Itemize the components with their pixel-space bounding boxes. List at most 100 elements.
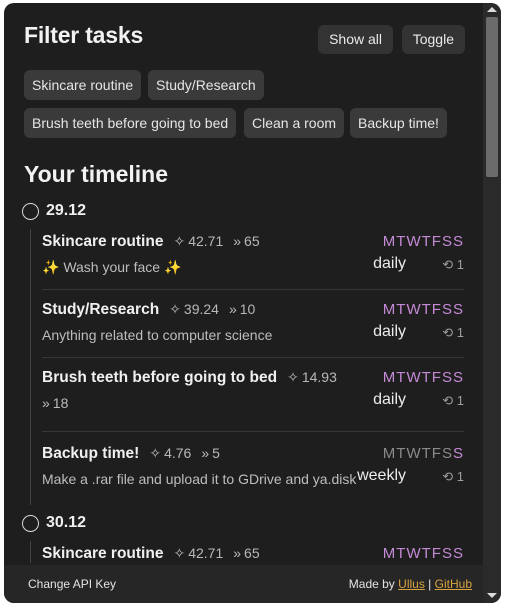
- scrollbar[interactable]: [483, 3, 501, 603]
- task-card[interactable]: Skincare routine ✧ 42.71 » 65 ✨ Wash your fa…: [42, 233, 464, 283]
- task-score: ✧ 14.93: [287, 369, 337, 385]
- task-repeat: ⟲ 1: [442, 393, 464, 408]
- day-wed: W: [406, 445, 422, 462]
- day-wed: W: [406, 233, 422, 250]
- repeat-icon: ⟲: [442, 393, 454, 408]
- filter-chip-skincare[interactable]: Skincare routine: [24, 70, 142, 100]
- task-frequency: daily: [373, 391, 406, 408]
- day-wed: W: [406, 301, 422, 318]
- filter-chip-brush-teeth[interactable]: Brush teeth before going to bed: [24, 108, 237, 138]
- task-repeat: ⟲ 1: [442, 469, 464, 484]
- day-wed: W: [406, 545, 422, 562]
- day-mon: M: [382, 369, 397, 386]
- task-name: Skincare routine: [42, 545, 164, 562]
- day-sat: S: [441, 233, 453, 250]
- weekday-letters: MTWTFSS: [383, 233, 464, 250]
- sparkle-icon: ✧: [173, 233, 186, 249]
- task-divider: [42, 357, 464, 358]
- day-sat: S: [441, 369, 453, 386]
- day-tue: T: [396, 445, 407, 462]
- show-all-button[interactable]: Show all: [318, 25, 393, 54]
- github-link[interactable]: GitHub: [435, 577, 472, 591]
- task-name: Study/Research: [42, 301, 160, 318]
- task-streak: » 65: [233, 233, 260, 249]
- day-mon: M: [382, 301, 397, 318]
- timeline-title: Your timeline: [24, 161, 168, 187]
- day-sat: S: [441, 445, 453, 462]
- day-date: 30.12: [46, 514, 87, 531]
- task-score: ✧ 42.71: [173, 233, 224, 249]
- task-frequency: daily: [373, 255, 406, 272]
- filter-chip-backup[interactable]: Backup time!: [350, 108, 447, 138]
- filter-chip-clean-room[interactable]: Clean a room: [244, 108, 345, 138]
- day-tue: T: [396, 545, 407, 562]
- weekday-letters: MTWTFSS: [383, 545, 464, 562]
- author-link[interactable]: Ullus: [398, 577, 425, 591]
- task-streak: » 65: [233, 545, 260, 561]
- task-name: Brush teeth before going to bed: [42, 369, 278, 386]
- repeat-icon: ⟲: [442, 469, 454, 484]
- fast-forward-icon: »: [201, 445, 210, 461]
- task-card[interactable]: Brush teeth before going to bed ✧ 14.93 » 1…: [42, 369, 464, 419]
- repeat-icon: ⟲: [442, 325, 454, 340]
- scroll-down-arrow-icon[interactable]: [487, 593, 497, 598]
- day-mon: M: [382, 445, 397, 462]
- sparkle-icon: ✧: [169, 301, 181, 317]
- task-description: Anything related to computer science: [42, 327, 273, 343]
- sparkle-icon: ✧: [173, 545, 186, 561]
- scrollbar-thumb[interactable]: [486, 17, 498, 177]
- day-tue: T: [396, 233, 407, 250]
- footer-bar: Change API Key Made by Ullus | GitHub: [4, 565, 483, 603]
- weekday-letters: MTWTFSS: [383, 445, 464, 462]
- day-toggle-circle[interactable]: [22, 515, 39, 532]
- day-sun: S: [452, 369, 464, 386]
- task-score: ✧ 4.76: [149, 445, 192, 461]
- scroll-up-arrow-icon[interactable]: [487, 7, 497, 12]
- day-thu: T: [421, 369, 432, 386]
- scroll-area[interactable]: Filter tasks Show all Toggle Skincare ro…: [4, 3, 483, 563]
- task-card[interactable]: Study/Research ✧ 39.24 » 10 Anything related…: [42, 301, 464, 351]
- day-sun: S: [452, 445, 464, 462]
- task-card[interactable]: Skincare routine ✧ 42.71 » 65 MTWTFSS: [42, 545, 464, 563]
- sparkle-icon: ✧: [287, 369, 299, 385]
- day-toggle-circle[interactable]: [22, 203, 39, 220]
- task-card[interactable]: Backup time! ✧ 4.76 » 5 Make a .rar file and…: [42, 445, 464, 495]
- task-divider: [42, 431, 464, 432]
- day-sat: S: [441, 545, 453, 562]
- day-thu: T: [421, 445, 432, 462]
- task-streak: » 10: [228, 301, 256, 317]
- fast-forward-icon: »: [228, 301, 237, 317]
- day-fri: F: [431, 233, 442, 250]
- task-score: ✧ 39.24: [169, 301, 219, 317]
- fast-forward-icon: »: [233, 233, 242, 249]
- task-name: Backup time!: [42, 445, 140, 462]
- task-divider: [42, 289, 464, 290]
- task-repeat: ⟲ 1: [442, 325, 464, 340]
- filter-chip-study[interactable]: Study/Research: [148, 70, 264, 100]
- day-wed: W: [406, 369, 422, 386]
- day-sun: S: [452, 301, 464, 318]
- toggle-button[interactable]: Toggle: [401, 25, 465, 54]
- app-panel: Filter tasks Show all Toggle Skincare ro…: [4, 3, 501, 603]
- fast-forward-icon: »: [233, 545, 242, 561]
- day-fri: F: [431, 445, 442, 462]
- day-fri: F: [431, 369, 442, 386]
- weekday-letters: MTWTFSS: [383, 301, 464, 318]
- day-sat: S: [441, 301, 453, 318]
- task-frequency: weekly: [357, 467, 406, 484]
- task-description: ✨ Wash your face ✨: [42, 259, 182, 275]
- change-api-key-link[interactable]: Change API Key: [28, 577, 116, 591]
- filter-header: Filter tasks Show all Toggle: [24, 22, 465, 56]
- day-date: 29.12: [46, 202, 87, 219]
- day-tue: T: [396, 369, 407, 386]
- day-thu: T: [421, 545, 432, 562]
- timeline-line: [30, 541, 31, 563]
- day-fri: F: [431, 301, 442, 318]
- repeat-icon: ⟲: [442, 257, 454, 272]
- task-streak: » 5: [201, 445, 220, 461]
- day-thu: T: [421, 233, 432, 250]
- task-description: Make a .rar file and upload it to GDrive…: [42, 471, 357, 487]
- sparkle-icon: ✧: [149, 445, 162, 461]
- task-score: ✧ 42.71: [173, 545, 224, 561]
- filter-title: Filter tasks: [24, 22, 144, 48]
